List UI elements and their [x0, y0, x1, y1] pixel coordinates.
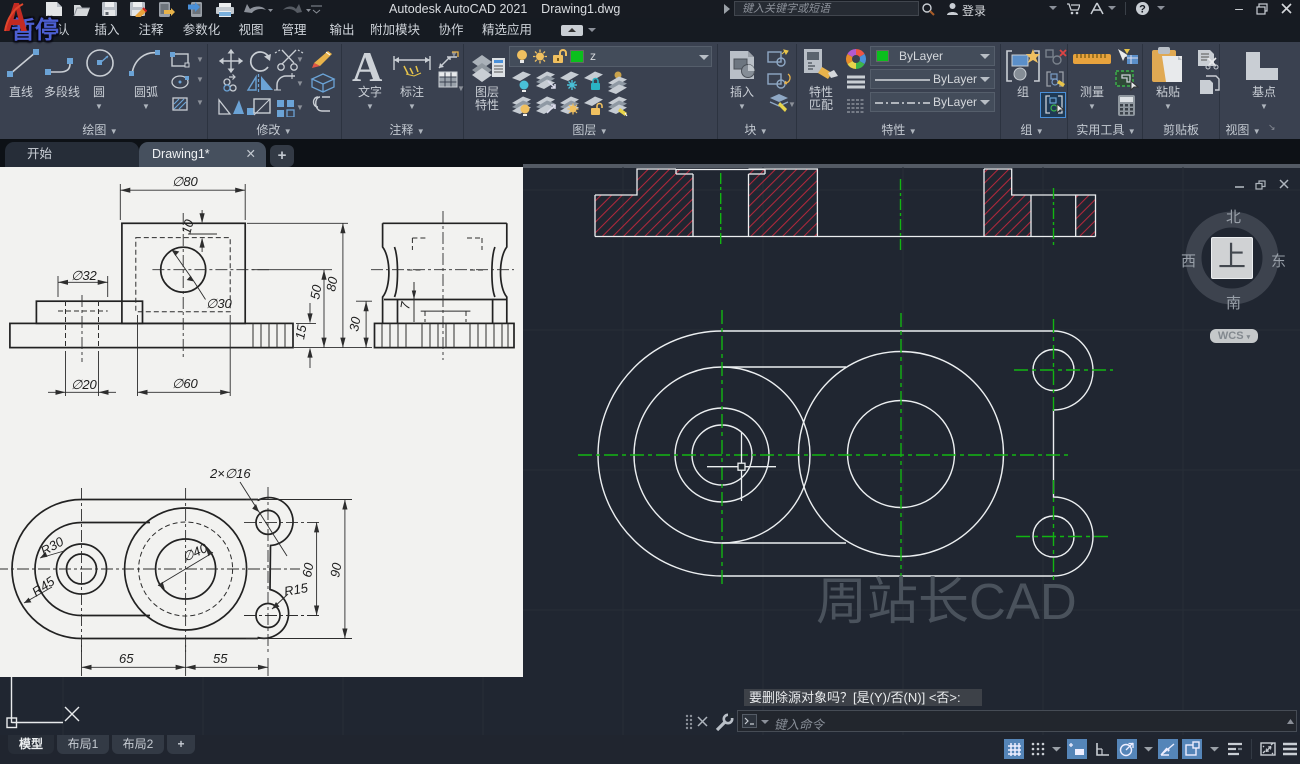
svg-text:80: 80	[323, 275, 340, 293]
svg-text:∅40: ∅40	[180, 540, 210, 565]
svg-text:周站长CAD: 周站长CAD	[816, 573, 1077, 630]
svg-text:50: 50	[307, 283, 324, 301]
svg-text:R15: R15	[283, 580, 310, 599]
svg-text:15: 15	[292, 323, 309, 341]
svg-text:55: 55	[213, 651, 228, 666]
svg-text:∅60: ∅60	[172, 376, 199, 391]
svg-text:30: 30	[346, 315, 363, 333]
svg-text:7: 7	[397, 300, 413, 310]
svg-text:2×∅16: 2×∅16	[209, 466, 251, 481]
svg-text:∅30: ∅30	[206, 296, 233, 311]
svg-text:∅32: ∅32	[71, 268, 98, 283]
svg-text:90: 90	[327, 561, 344, 579]
svg-text:?: ?	[1139, 4, 1146, 16]
svg-text:10: 10	[178, 217, 196, 236]
svg-text:60: 60	[299, 561, 316, 579]
svg-text:65: 65	[119, 651, 134, 666]
svg-text:∅80: ∅80	[172, 174, 199, 189]
svg-text:∅20: ∅20	[71, 377, 98, 392]
